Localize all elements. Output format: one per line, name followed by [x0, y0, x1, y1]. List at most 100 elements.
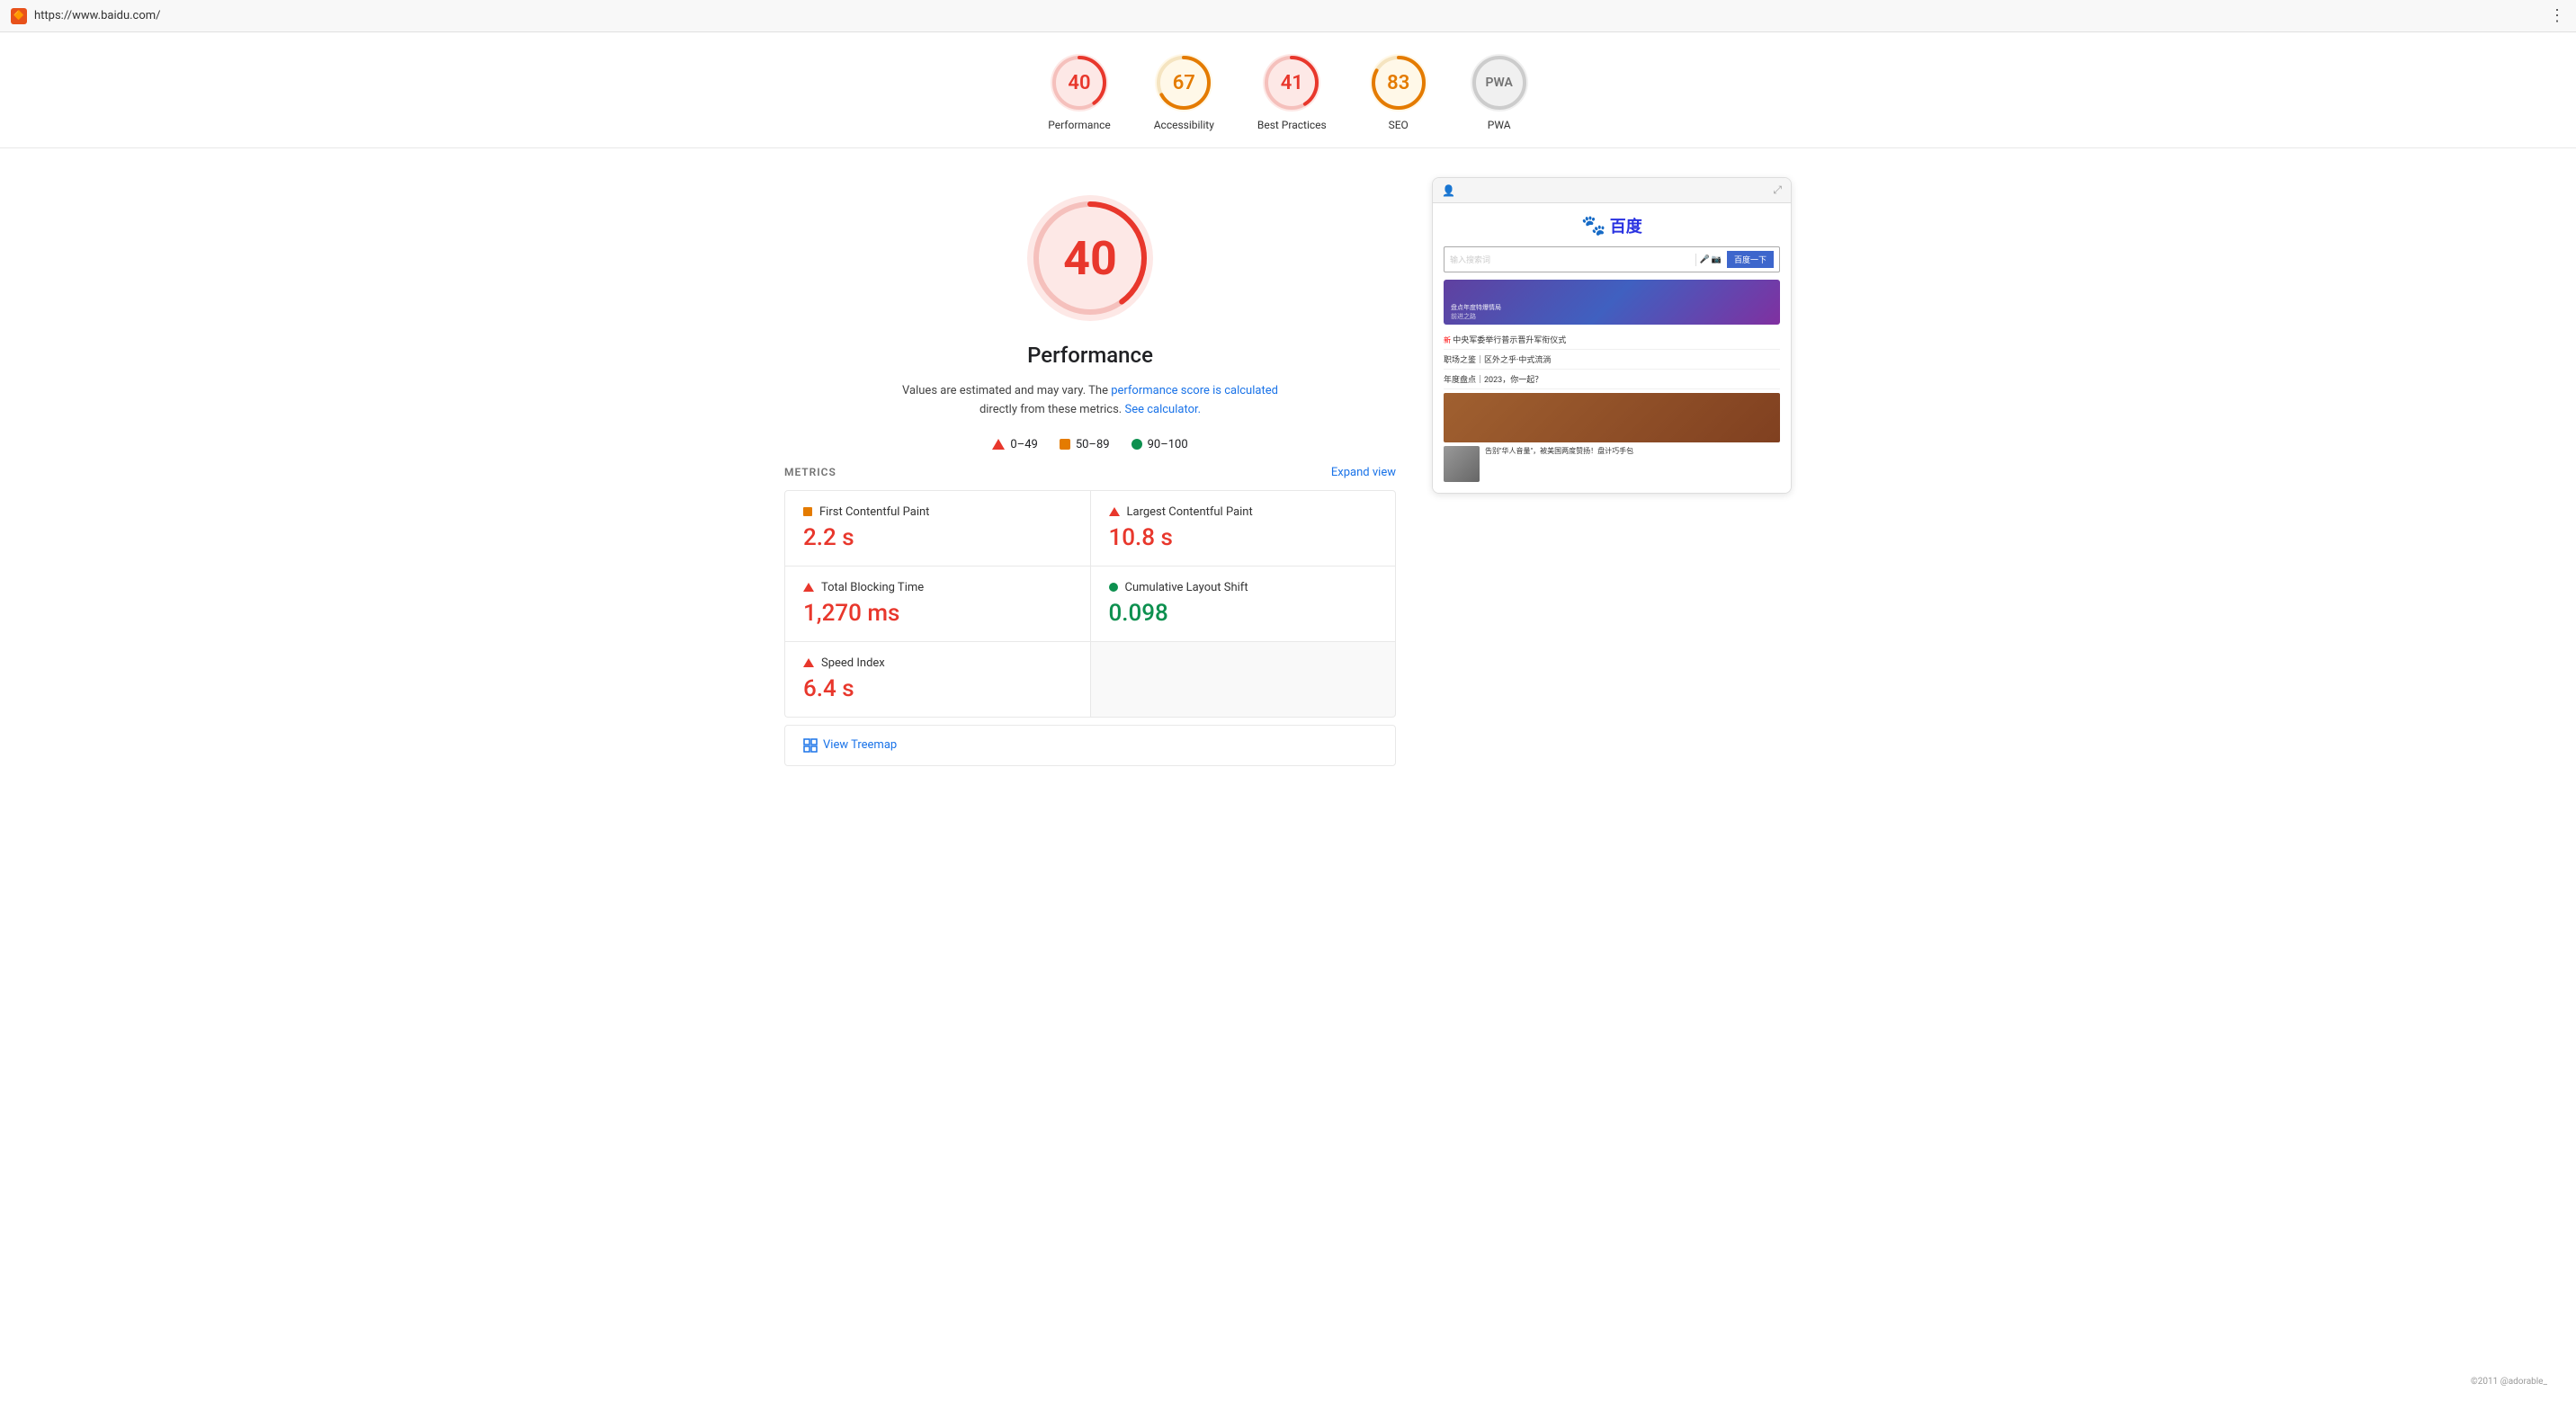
score-label-performance: Performance [1048, 119, 1110, 131]
metrics-header: METRICS Expand view [784, 466, 1396, 479]
score-value-seo: 83 [1387, 72, 1409, 94]
score-circle-pwa: PWA [1471, 54, 1528, 112]
metrics-title: METRICS [784, 466, 836, 478]
right-panel: 👤 ⤢ 🐾 百度 输入搜索词 🎤 [1432, 177, 1792, 494]
banner-text: 盘点年度特爆情局 [1451, 303, 1773, 312]
news-item-3: 年度盘点｜2023，你一起？ [1444, 370, 1780, 389]
main-content: 40 Performance Values are estimated and … [748, 148, 1828, 795]
left-panel: 40 Performance Values are estimated and … [784, 177, 1396, 766]
score-value-pwa: PWA [1486, 76, 1513, 90]
view-treemap-button[interactable]: View Treemap [784, 725, 1396, 766]
fcp-value: 2.2 s [803, 524, 1072, 551]
divider [1695, 254, 1696, 266]
expand-view-button[interactable]: Expand view [1331, 466, 1396, 479]
score-label-accessibility: Accessibility [1154, 119, 1214, 131]
legend-triangle-icon [992, 439, 1005, 450]
news-text-1: 中央军委举行普示晋升军衔仪式 [1453, 336, 1566, 345]
news-item-2: 职场之鉴｜区外之乎·中式流淌 [1444, 350, 1780, 370]
lcp-value: 10.8 s [1109, 524, 1378, 551]
favicon-letter: 🔶 [13, 11, 24, 21]
big-score-section: 40 Performance Values are estimated and … [784, 177, 1396, 459]
score-circle-best-practices: 41 [1263, 54, 1320, 112]
score-value-performance: 40 [1068, 72, 1090, 94]
lcp-name: Largest Contentful Paint [1127, 505, 1253, 519]
score-item-best-practices[interactable]: 41 Best Practices [1257, 54, 1327, 131]
metric-label-row-cls: Cumulative Layout Shift [1109, 581, 1378, 594]
fcp-name: First Contentful Paint [819, 505, 929, 519]
search-placeholder: 输入搜索词 [1450, 254, 1692, 265]
score-item-pwa[interactable]: PWA PWA [1471, 54, 1528, 131]
score-label-pwa: PWA [1488, 119, 1511, 131]
si-value: 6.4 s [803, 675, 1072, 702]
news-image [1444, 393, 1780, 442]
favicon: 🔶 [11, 8, 27, 24]
triangle-red-icon-tbt [803, 583, 814, 592]
news-thumbnail: 告别"华人音量"，被美国两度赞扬！盘计巧手包 [1444, 446, 1780, 482]
screenshot-body: 🐾 百度 输入搜索词 🎤 📷 百度一下 盘点年度特爆情局 [1433, 203, 1791, 493]
tbt-name: Total Blocking Time [821, 581, 924, 594]
metric-card-cls: Cumulative Layout Shift 0.098 [1091, 567, 1396, 641]
url-bar: https://www.baidu.com/ [34, 9, 2549, 22]
tbt-indicator [803, 583, 814, 592]
baidu-search-button[interactable]: 百度一下 [1727, 251, 1774, 268]
cls-value: 0.098 [1109, 600, 1378, 627]
big-score-title: Performance [1027, 343, 1153, 368]
copyright: ©2011 @adorable_ [2453, 1366, 2565, 1397]
legend-item-orange: 50–89 [1060, 438, 1110, 451]
legend-range-green: 90–100 [1148, 438, 1188, 451]
score-item-performance[interactable]: 40 Performance [1048, 54, 1110, 131]
news-text-3: 年度盘点｜2023，你一起？ [1444, 376, 1543, 385]
metric-card-tbt: Total Blocking Time 1,270 ms [785, 567, 1090, 641]
triangle-red-icon-si [803, 658, 814, 667]
baidu-text: 百度 [1610, 214, 1642, 237]
fcp-indicator [803, 507, 812, 516]
metric-label-row-tbt: Total Blocking Time [803, 581, 1072, 594]
big-score-circle: 40 [1027, 195, 1153, 321]
see-calculator-link[interactable]: See calculator. [1124, 403, 1201, 416]
dot-green-icon [1109, 583, 1118, 592]
mic-icon: 🎤 [1700, 255, 1710, 264]
score-value-accessibility: 67 [1173, 72, 1195, 94]
content-grid: 40 Performance Values are estimated and … [784, 177, 1792, 766]
metric-card-empty [1091, 642, 1396, 717]
desc-text-2: directly from these metrics. [979, 403, 1125, 416]
score-value-best-practices: 41 [1281, 72, 1303, 94]
baidu-logo-area: 🐾 百度 [1444, 214, 1780, 237]
score-item-accessibility[interactable]: 67 Accessibility [1154, 54, 1214, 131]
score-circle-seo: 83 [1370, 54, 1427, 112]
banner-image: 盘点年度特爆情局 前进之路 [1444, 280, 1780, 325]
performance-score-link[interactable]: performance score is calculated [1111, 384, 1278, 397]
metric-card-fcp: First Contentful Paint 2.2 s [785, 491, 1090, 566]
score-legend: 0–49 50–89 90–100 [992, 438, 1187, 451]
metric-card-si: Speed Index 6.4 s [785, 642, 1090, 717]
score-label-best-practices: Best Practices [1257, 119, 1327, 131]
metric-label-row-si: Speed Index [803, 656, 1072, 670]
menu-button[interactable]: ⋮ [2549, 6, 2565, 25]
legend-square-icon [1060, 439, 1070, 450]
square-orange-icon [803, 507, 812, 516]
legend-range-red: 0–49 [1010, 438, 1037, 451]
desc-text-1: Values are estimated and may vary. The [902, 384, 1111, 397]
news-item-1: 新 中央军委举行普示晋升军衔仪式 [1444, 330, 1780, 350]
view-treemap-label: View Treemap [823, 738, 897, 752]
metrics-section: METRICS Expand view First Contentful Pai… [784, 466, 1396, 766]
big-score-description: Values are estimated and may vary. The p… [901, 382, 1279, 420]
legend-dot-icon [1131, 439, 1142, 450]
score-item-seo[interactable]: 83 SEO [1370, 54, 1427, 131]
big-score-number: 40 [1063, 231, 1117, 286]
legend-item-red: 0–49 [992, 438, 1037, 451]
lcp-indicator [1109, 507, 1120, 516]
cls-indicator [1109, 583, 1118, 592]
si-name: Speed Index [821, 656, 885, 670]
cls-name: Cumulative Layout Shift [1125, 581, 1248, 594]
tbt-value: 1,270 ms [803, 600, 1072, 627]
fake-search-bar: 输入搜索词 🎤 📷 百度一下 [1444, 246, 1780, 272]
score-header: 40 Performance 67 Accessibility 41 Best … [0, 32, 2576, 148]
score-label-seo: SEO [1389, 119, 1409, 131]
camera-icon: 📷 [1712, 255, 1722, 264]
score-circle-performance: 40 [1051, 54, 1108, 112]
top-bar: 🔶 https://www.baidu.com/ ⋮ [0, 0, 2576, 32]
legend-item-green: 90–100 [1131, 438, 1188, 451]
baidu-paw-icon: 🐾 [1581, 215, 1606, 237]
screenshot-expand-icon: ⤢ [1773, 183, 1782, 197]
